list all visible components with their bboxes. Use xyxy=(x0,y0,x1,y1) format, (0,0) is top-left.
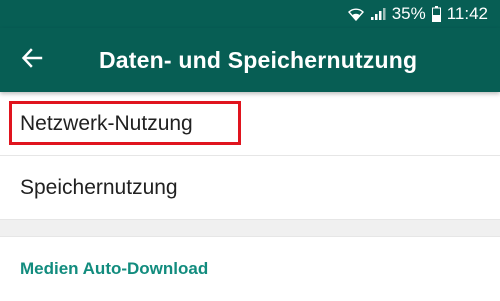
clock: 11:42 xyxy=(446,4,488,23)
list-item-label: Netzwerk-Nutzung xyxy=(20,111,193,135)
back-button[interactable] xyxy=(0,28,64,92)
battery-icon xyxy=(431,6,441,22)
section-header: Medien Auto-Download xyxy=(0,237,500,301)
settings-list: Netzwerk-Nutzung Speichernutzung Medien … xyxy=(0,92,500,301)
battery-percent: 35% xyxy=(391,4,426,23)
list-item-storage-usage[interactable]: Speichernutzung xyxy=(0,156,500,220)
section-divider xyxy=(0,220,500,237)
status-bar: 35% 11:42 xyxy=(0,0,500,28)
list-item-label: Speichernutzung xyxy=(20,175,178,199)
app-bar: Daten- und Speichernutzung xyxy=(0,28,500,92)
list-item-network-usage[interactable]: Netzwerk-Nutzung xyxy=(0,92,500,156)
arrow-back-icon xyxy=(21,47,43,74)
signal-icon xyxy=(370,7,386,21)
wifi-icon xyxy=(347,7,364,21)
page-title: Daten- und Speichernutzung xyxy=(99,46,418,73)
